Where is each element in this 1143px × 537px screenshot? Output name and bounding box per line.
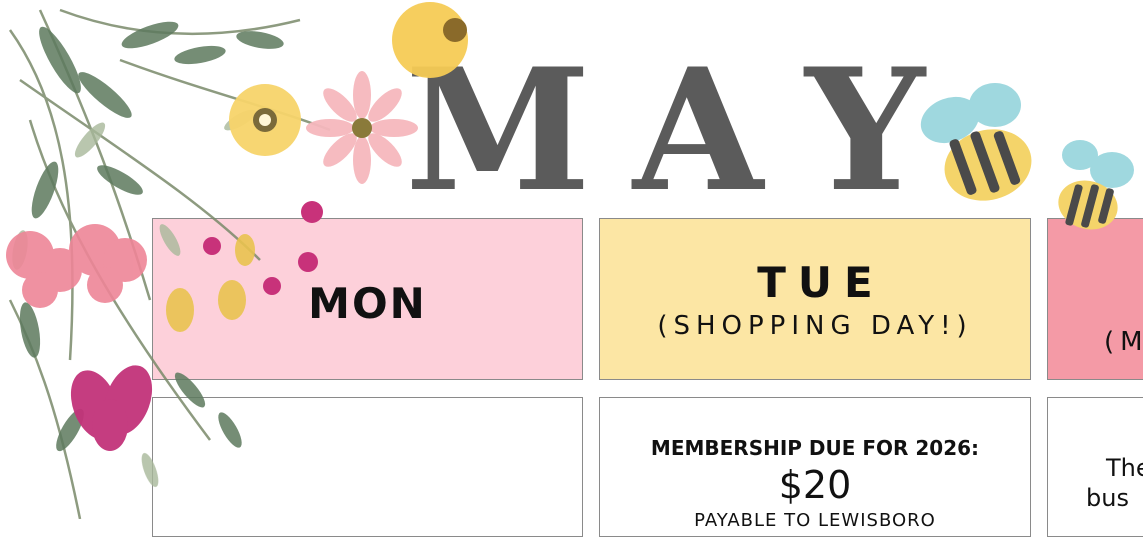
month-title-letter: Y: [805, 31, 925, 229]
cell-text-line: bus: [1086, 484, 1129, 512]
day-name: TUE: [757, 257, 885, 307]
month-title: M A Y: [405, 45, 925, 215]
day-name: MON: [308, 278, 427, 328]
bee-illustration: [920, 83, 1134, 230]
calendar-cell-tuesday: MEMBERSHIP DUE FOR 2026: $20 PAYABLE TO …: [599, 397, 1031, 537]
day-subtitle: (SHOPPING DAY!): [657, 310, 973, 341]
notice-heading: MEMBERSHIP DUE FOR 2026:: [650, 436, 980, 460]
day-header-monday: MON: [152, 218, 583, 380]
notice-amount: $20: [778, 463, 852, 507]
month-title-letter: M: [405, 31, 591, 229]
day-subtitle: (M: [1104, 327, 1143, 357]
notice-payee: PAYABLE TO LEWISBORO: [694, 510, 936, 531]
calendar-cell-wednesday: The bus: [1047, 397, 1143, 537]
month-title-letter: A: [632, 31, 764, 229]
day-header-tuesday: TUE (SHOPPING DAY!): [599, 218, 1031, 380]
cell-text-line: The: [1106, 454, 1143, 482]
day-header-wednesday: (M: [1047, 218, 1143, 380]
calendar-cell-monday: [152, 397, 583, 537]
